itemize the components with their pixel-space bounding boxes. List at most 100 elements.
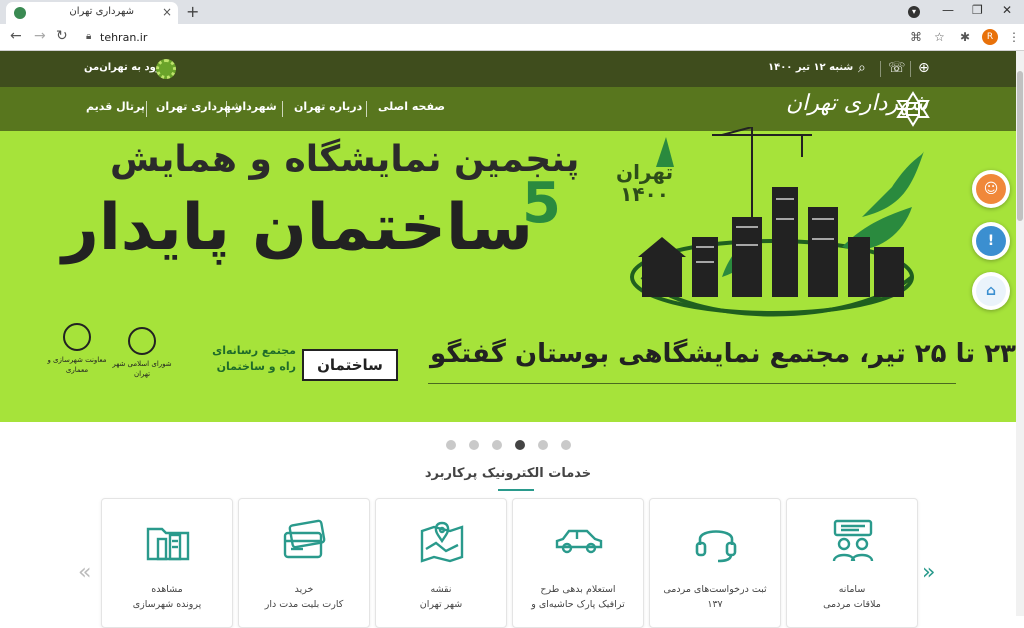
mosque-icon: ⌂ xyxy=(976,276,1006,306)
divider xyxy=(366,101,367,117)
extensions-icon[interactable]: ✱ xyxy=(960,30,970,44)
card-title: ثبت درخواست‌های مردمی xyxy=(663,584,767,595)
hero-title: ساختمان پایدار xyxy=(62,191,534,265)
carousel-dot[interactable] xyxy=(446,440,456,450)
tehran-man-logo-icon[interactable] xyxy=(156,59,176,79)
card-title: نقشه xyxy=(430,584,452,595)
bookmark-star-icon[interactable]: ☆ xyxy=(934,30,945,44)
card-subtitle: پرونده شهرسازی xyxy=(132,599,202,610)
divider xyxy=(910,61,911,77)
search-icon[interactable]: ⌕ xyxy=(858,60,866,76)
tab-title: شهرداری تهران xyxy=(69,6,134,17)
tehran-municipality-emblem-icon[interactable] xyxy=(890,91,936,127)
page-scrollbar[interactable] xyxy=(1016,51,1024,616)
site-topbar: ورود به تهران‌من شنبه ۱۲ تیر ۱۴۰۰ ⌕ ☏ ⊕ xyxy=(0,51,1016,87)
reload-icon[interactable]: ↻ xyxy=(56,28,68,44)
language-globe-icon[interactable]: ⊕ xyxy=(918,60,930,76)
card-subtitle: ملاقات مردمی xyxy=(823,599,881,610)
browser-tab[interactable]: شهرداری تهران × xyxy=(6,2,178,24)
carousel-dot[interactable] xyxy=(492,440,502,450)
tab-close-icon[interactable]: × xyxy=(162,5,172,19)
nav-old-portal[interactable]: پرتال قدیم xyxy=(86,100,145,113)
url-field[interactable]: tehran.ir xyxy=(100,31,147,44)
vice-emblem-icon xyxy=(63,323,91,351)
window-close-icon[interactable]: ✕ xyxy=(1002,3,1012,17)
sponsor-council-logo: شورای اسلامی شهر تهران xyxy=(112,327,172,379)
browser-tabstrip: شهرداری تهران × + ▾ — ❐ ✕ xyxy=(0,0,1024,24)
carousel-dot[interactable] xyxy=(561,440,571,450)
card-title: استعلام بدهی طرح xyxy=(540,584,616,595)
translate-icon[interactable]: ⌘ xyxy=(910,30,922,44)
lock-icon[interactable]: 🔒︎ xyxy=(86,31,91,42)
sponsor-media-line2: راه و ساختمان xyxy=(216,360,296,373)
minimize-icon[interactable]: — xyxy=(942,3,954,17)
scrollbar-thumb[interactable] xyxy=(1017,71,1023,221)
nav-about-tehran[interactable]: درباره تهران xyxy=(294,100,362,113)
divider xyxy=(428,383,956,384)
carousel-dot[interactable] xyxy=(469,440,479,450)
service-card-map[interactable]: نقشه شهر تهران xyxy=(375,498,507,628)
divider xyxy=(146,101,147,117)
browser-menu-icon[interactable]: ⋮ xyxy=(1008,30,1020,44)
nav-home[interactable]: صفحه اصلی xyxy=(378,100,445,113)
sponsor-magazine-logo: ساختمان xyxy=(302,349,398,381)
sponsor-media-logo: مجتمع رسانه‌ای راه و ساختمان xyxy=(180,343,296,375)
card-subtitle: ۱۳۷ xyxy=(707,599,723,610)
sponsor-vice-name: معاونت شهرسازی و معماری xyxy=(47,356,107,374)
service-card-traffic-debt[interactable]: استعلام بدهی طرح ترافیک پارک حاشیه‌ای و xyxy=(512,498,644,628)
tehran-1400-logo: تهران ۱۴۰۰ xyxy=(616,161,673,205)
service-card-meetings[interactable]: سامانه ملاقات مردمی xyxy=(786,498,918,628)
card-subtitle: شهر تهران xyxy=(419,599,463,610)
maximize-icon[interactable]: ❐ xyxy=(972,3,983,17)
tehran-logo-word: تهران xyxy=(616,160,674,184)
divider xyxy=(282,101,283,117)
event-dates: ۲۳ تا ۲۵ تیر، مجتمع نمایشگاهی بوستان گفت… xyxy=(430,339,1016,369)
address-bar: ← → ↻ 🔒︎ tehran.ir ⌘ ☆ ✱ R ⋮ xyxy=(0,24,1024,51)
hero-headline: پنجمین نمایشگاه و همایش xyxy=(110,139,580,180)
tehran-logo-year: ۱۴۰۰ xyxy=(620,182,669,206)
card-subtitle: ترافیک پارک حاشیه‌ای و xyxy=(531,599,625,610)
nav-mayor[interactable]: شهردار xyxy=(236,100,277,113)
services-next-arrow[interactable]: » xyxy=(922,560,935,585)
headset-icon xyxy=(695,530,737,563)
back-icon[interactable]: ← xyxy=(10,28,22,44)
site-favicon-icon xyxy=(14,7,26,19)
map-pin-icon xyxy=(420,521,464,563)
service-card-urban-file[interactable]: مشاهده پرونده شهرسازی xyxy=(101,498,233,628)
council-emblem-icon xyxy=(128,327,156,355)
tab-search-icon[interactable]: ▾ xyxy=(908,6,920,18)
people-icon xyxy=(832,519,874,562)
support-avatar-button[interactable]: ☺ xyxy=(972,170,1010,208)
alert-button[interactable]: ! xyxy=(972,222,1010,260)
folder-city-icon xyxy=(146,527,190,561)
hero-number: 5 xyxy=(522,171,561,236)
service-card-ticket[interactable]: خرید کارت بلیت مدت دار xyxy=(238,498,370,628)
services-title: خدمات الکترونیک پرکاربرد xyxy=(424,466,592,481)
divider xyxy=(880,61,881,77)
title-underline xyxy=(498,489,534,491)
services-prev-arrow[interactable]: « xyxy=(78,560,91,585)
service-card-requests[interactable]: ثبت درخواست‌های مردمی ۱۳۷ xyxy=(649,498,781,628)
ticket-card-icon xyxy=(283,519,326,559)
card-title: مشاهده xyxy=(151,584,183,595)
carousel-dot-active[interactable] xyxy=(515,440,525,450)
hero-banner[interactable]: صفحه اصلی درباره تهران شهردار شهرداری ته… xyxy=(0,87,1016,422)
new-tab-button[interactable]: + xyxy=(186,2,199,21)
alert-icon: ! xyxy=(976,226,1006,256)
card-title: خرید xyxy=(294,584,314,595)
sponsor-council-name: شورای اسلامی شهر تهران xyxy=(112,360,172,378)
profile-avatar[interactable]: R xyxy=(982,29,998,45)
main-navigation: صفحه اصلی درباره تهران شهردار شهرداری ته… xyxy=(0,87,1016,131)
current-date: شنبه ۱۲ تیر ۱۴۰۰ xyxy=(768,62,854,73)
carousel-dot[interactable] xyxy=(538,440,548,450)
card-title: سامانه xyxy=(838,584,866,595)
mosque-prayer-button[interactable]: ⌂ xyxy=(972,272,1010,310)
card-subtitle: کارت بلیت مدت دار xyxy=(264,599,344,610)
nav-municipality[interactable]: شهرداری تهران xyxy=(156,100,242,113)
forward-icon[interactable]: → xyxy=(34,28,46,44)
sponsor-vice-logo: معاونت شهرسازی و معماری xyxy=(46,323,108,375)
sponsor-media-line1: مجتمع رسانه‌ای xyxy=(212,344,296,357)
car-icon xyxy=(555,529,603,554)
support-person-icon: ☺ xyxy=(976,174,1006,204)
phone-icon[interactable]: ☏ xyxy=(888,60,906,76)
